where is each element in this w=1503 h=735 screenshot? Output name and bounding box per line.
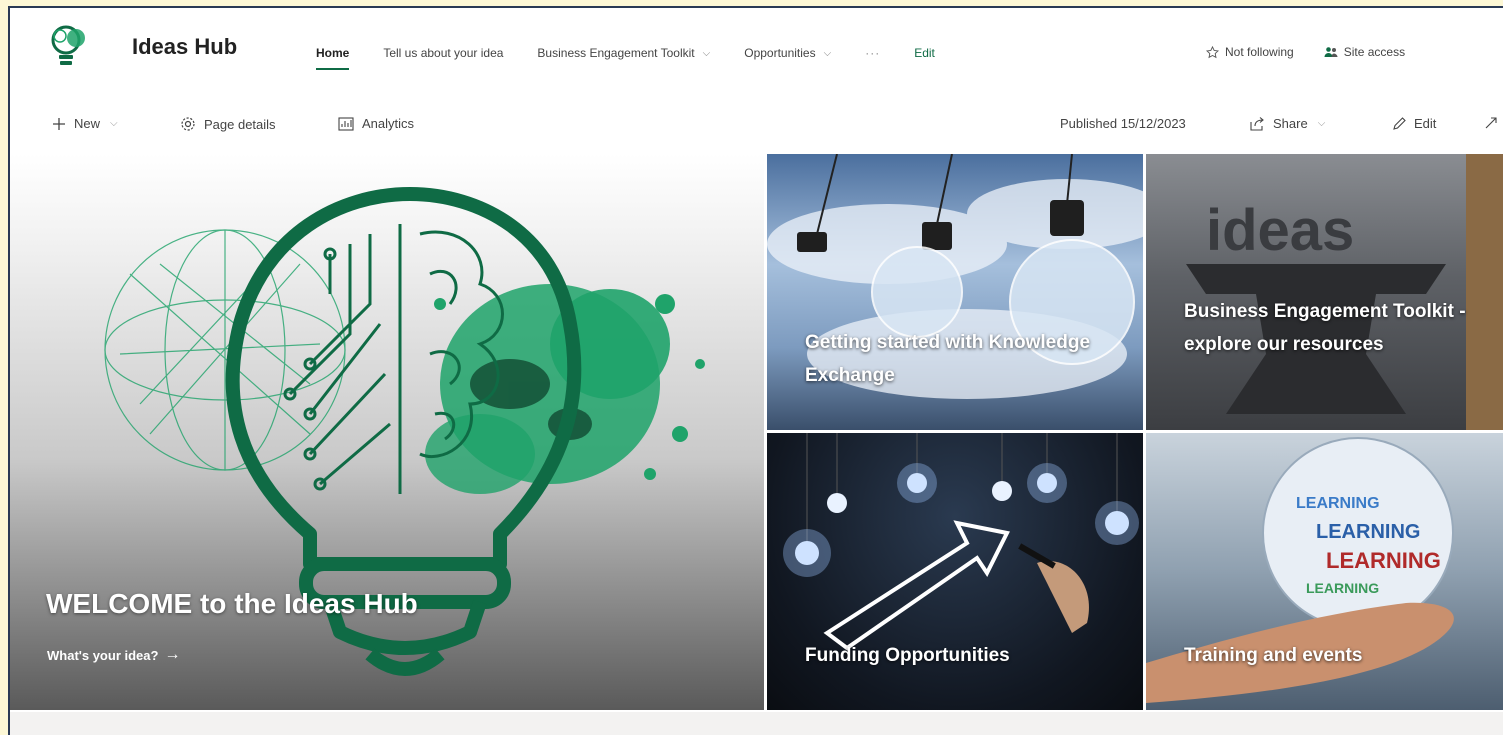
site-access-button[interactable]: Site access <box>1324 45 1405 59</box>
ideas-word: ideas <box>1206 198 1354 263</box>
chevron-down-icon: ⌵ <box>823 47 832 59</box>
page-details-label: Page details <box>204 116 276 132</box>
hero-tile-funding[interactable]: Funding Opportunities <box>767 433 1143 710</box>
hero-main-title: WELCOME to the Ideas Hub <box>46 588 418 619</box>
hero-tile-business-toolkit[interactable]: ideas Business Engagement Toolkit - expl… <box>1146 154 1503 430</box>
hero-tile-getting-started[interactable]: Getting started with Knowledge Exchange <box>767 154 1143 430</box>
new-label: New <box>74 116 101 131</box>
hero-main-tile[interactable]: WELCOME to the Ideas Hub What's your ide… <box>10 154 764 710</box>
chevron-down-icon: ⌵ <box>110 118 118 129</box>
star-icon <box>1206 45 1219 58</box>
follow-label: Not following <box>1225 45 1294 59</box>
command-bar: New ⌵ Page details Analytics Published 1… <box>10 108 1503 142</box>
chevron-down-icon: ⌵ <box>702 47 711 59</box>
nav-item-home[interactable]: Home <box>316 46 350 70</box>
edit-label: Edit <box>1414 116 1437 131</box>
lightbulb-brain-illustration <box>104 187 705 676</box>
site-header: Ideas Hub Home Tell us about your idea B… <box>10 8 1503 98</box>
ideas-anvil-image: ideas <box>1186 154 1503 430</box>
edit-button[interactable]: Edit <box>1392 116 1436 131</box>
tile-label: Getting started with Knowledge Exchange <box>805 332 1091 386</box>
nav-item-label: Tell us about your idea <box>383 46 504 60</box>
nav-edit-link[interactable]: Edit <box>914 46 935 60</box>
nav-item-opportunities[interactable]: Opportunities ⌵ <box>744 46 831 60</box>
plus-icon <box>53 117 65 130</box>
follow-button[interactable]: Not following <box>1206 45 1294 59</box>
header-actions: Not following Site access <box>1206 45 1435 59</box>
page-content-band <box>10 712 1503 735</box>
chevron-down-icon: ⌵ <box>1317 118 1326 129</box>
tile-label: Funding Opportunities <box>805 645 1010 666</box>
nav-item-label: Home <box>316 46 350 60</box>
globe-word: LEARNING <box>1316 521 1420 543</box>
published-status: Published 15/12/2023 <box>1060 116 1186 131</box>
page-details-button[interactable]: Page details <box>180 116 276 132</box>
arrow-right-icon: → <box>164 646 181 663</box>
share-button[interactable]: Share ⌵ <box>1250 116 1325 131</box>
expand-icon <box>1485 117 1497 129</box>
analytics-icon <box>338 116 354 131</box>
globe-word: LEARNING <box>1326 548 1441 573</box>
nav-item-tell-us[interactable]: Tell us about your idea <box>383 46 503 60</box>
nav-more-button[interactable]: ··· <box>865 46 880 60</box>
new-button[interactable]: New ⌵ <box>52 116 118 131</box>
site-access-label: Site access <box>1343 45 1406 59</box>
globe-word: LEARNING <box>1296 495 1380 512</box>
published-label: Published 15/12/2023 <box>1060 116 1186 131</box>
hero-tile-training[interactable]: LEARNING LEARNING LEARNING LEARNING Trai… <box>1146 433 1503 710</box>
nav-item-label: Opportunities <box>744 46 816 60</box>
nav-item-label: Business Engagement Toolkit <box>537 46 695 60</box>
analytics-label: Analytics <box>362 116 415 131</box>
people-icon <box>1324 46 1338 57</box>
analytics-button[interactable]: Analytics <box>338 116 414 131</box>
gear-icon <box>181 117 195 131</box>
pencil-icon <box>1393 116 1406 130</box>
hero-main-link[interactable]: What's your idea? → <box>47 646 180 664</box>
site-title[interactable]: Ideas Hub <box>132 34 237 60</box>
share-icon <box>1250 116 1264 131</box>
globe-word: LEARNING <box>1306 580 1379 596</box>
site-navigation: Home Tell us about your idea Business En… <box>316 46 969 70</box>
hero-section: WELCOME to the Ideas Hub What's your ide… <box>10 154 1503 710</box>
tile-label: Training and events <box>1184 645 1363 666</box>
share-label: Share <box>1273 116 1308 131</box>
expand-button[interactable] <box>1484 116 1503 130</box>
hero-main-link-label: What's your idea? <box>47 647 159 663</box>
browser-frame: Ideas Hub Home Tell us about your idea B… <box>8 6 1503 735</box>
nav-item-business-toolkit[interactable]: Business Engagement Toolkit ⌵ <box>537 46 710 60</box>
tile-label: Business Engagement Toolkit - explore ou… <box>1184 301 1466 355</box>
site-logo-icon[interactable] <box>46 22 96 72</box>
